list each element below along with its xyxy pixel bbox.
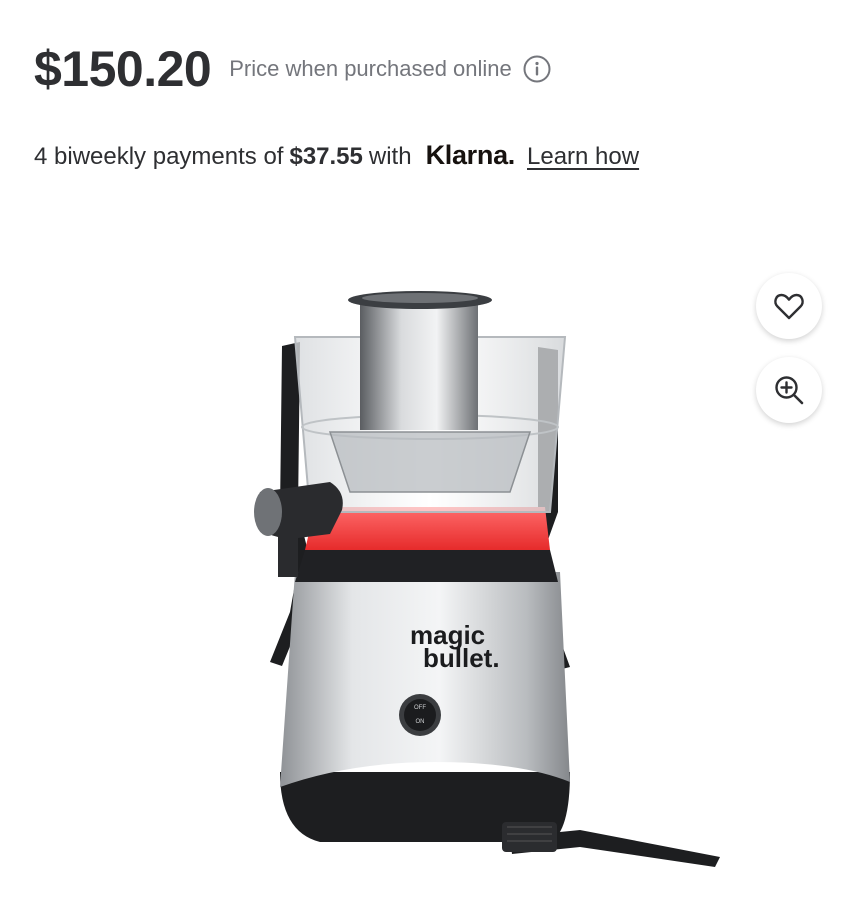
product-image-area: magic bullet. OFF ON — [0, 220, 858, 919]
price-note-text: Price when purchased online — [229, 56, 512, 81]
klarna-logo: Klarna. — [425, 140, 516, 170]
favorite-button[interactable] — [756, 273, 822, 339]
price-amount: $150.20 — [34, 41, 212, 97]
klarna-amount: $37.55 — [289, 143, 363, 170]
product-page: $150.20 Price when purchased online 4 bi… — [0, 0, 858, 919]
price-row: $150.20 Price when purchased online — [34, 44, 552, 94]
switch-on-label: ON — [416, 719, 425, 725]
zoom-in-icon — [773, 374, 805, 406]
product-image[interactable]: magic bullet. OFF ON — [220, 282, 740, 887]
price-note: Price when purchased online — [229, 54, 552, 84]
klarna-payments: 4 biweekly payments of $37.55 with Klarn… — [34, 140, 639, 171]
learn-how-link[interactable]: Learn how — [527, 143, 639, 171]
klarna-prefix: 4 biweekly payments of — [34, 143, 284, 170]
switch-off-label: OFF — [414, 705, 426, 711]
cleaning-brush — [502, 822, 720, 867]
info-icon[interactable] — [522, 54, 552, 84]
klarna-with: with — [368, 143, 412, 170]
zoom-button[interactable] — [756, 357, 822, 423]
product-brand-line2: bullet. — [423, 643, 500, 673]
heart-icon — [773, 291, 805, 321]
